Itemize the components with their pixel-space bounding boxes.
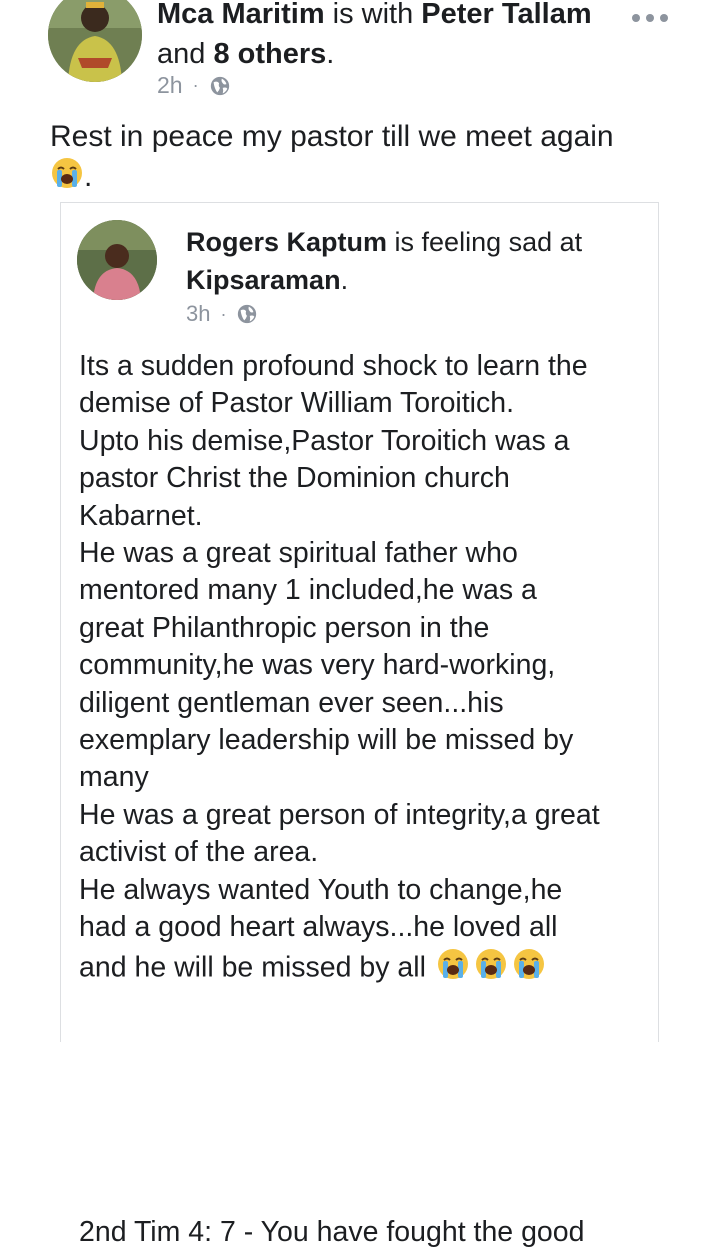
more-dot-icon [646, 14, 654, 22]
with-text: is with [324, 0, 422, 30]
shared-author-name-link[interactable]: Rogers Kaptum [186, 227, 387, 257]
shared-body-text: Its a sudden profound shock to learn the… [79, 350, 600, 984]
place-link[interactable]: Kipsaraman [186, 265, 341, 295]
shared-author-avatar[interactable] [77, 220, 157, 300]
crying-face-emoji-icon [50, 156, 84, 200]
post-time[interactable]: 2h [157, 72, 183, 99]
post-text-content: Rest in peace my pastor till we meet aga… [50, 120, 614, 153]
tagged-name-link[interactable]: Peter Tallam [421, 0, 591, 30]
more-dot-icon [632, 14, 640, 22]
shared-post-card[interactable]: Rogers Kaptum is feeling sad at Kipsaram… [60, 202, 659, 1248]
feeling-text: is feeling sad at [387, 227, 583, 257]
author-avatar[interactable] [48, 0, 142, 82]
shared-post-body: Its a sudden profound shock to learn the… [79, 348, 654, 991]
globe-icon [238, 304, 257, 324]
meta-separator: · [192, 75, 199, 95]
others-link[interactable]: 8 others [213, 38, 326, 70]
post-text-trailing: . [84, 159, 93, 193]
author-name-link[interactable]: Mca Maritim [157, 0, 325, 30]
and-text: and [157, 38, 214, 70]
more-options-button[interactable] [632, 8, 672, 28]
shared-post-time[interactable]: 3h [186, 301, 210, 327]
shared-body-cutoff-line: 2nd Tim 4: 7 - You have fought the good [79, 1216, 585, 1248]
post-text: Rest in peace my pastor till we meet aga… [50, 118, 690, 200]
shared-post-meta: 3h · [186, 301, 258, 327]
crying-face-emoji-icon [510, 947, 548, 991]
post-author-line: Mca Maritim is with Peter Tallam and 8 o… [157, 0, 627, 74]
crying-face-emoji-icon [434, 947, 472, 991]
author-line-period: . [326, 38, 335, 70]
shared-author-line: Rogers Kaptum is feeling sad at Kipsaram… [186, 223, 646, 299]
crying-face-emoji-icon [472, 947, 510, 991]
globe-icon [210, 76, 229, 95]
shared-meta-separator: · [220, 303, 227, 324]
more-dot-icon [660, 14, 668, 22]
post-meta: 2h · [157, 72, 231, 99]
post-header: Mca Maritim is with Peter Tallam and 8 o… [0, 0, 720, 110]
shared-author-line-period: . [340, 265, 349, 295]
